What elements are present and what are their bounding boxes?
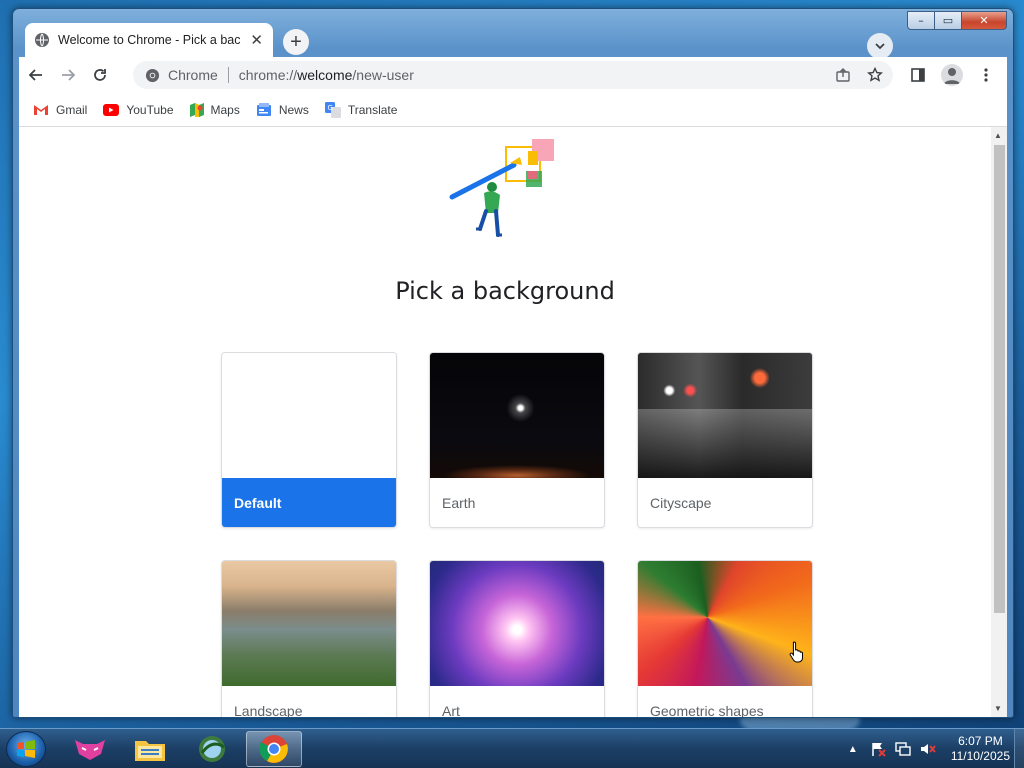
bookmark-label: Maps bbox=[210, 102, 240, 117]
reload-icon bbox=[94, 69, 106, 81]
bookmark-label: News bbox=[278, 102, 309, 117]
background-option-label: Landscape bbox=[234, 703, 303, 717]
url-path: /new-user bbox=[352, 67, 414, 83]
url-scheme: chrome:// bbox=[238, 67, 298, 83]
avatar-icon bbox=[941, 64, 963, 86]
new-tab-button[interactable]: + bbox=[283, 29, 309, 55]
background-option-art[interactable]: Art bbox=[429, 560, 605, 717]
taskbar-file-explorer[interactable] bbox=[122, 731, 178, 767]
show-desktop-button[interactable] bbox=[1014, 729, 1024, 768]
background-option-label: Default bbox=[222, 478, 396, 527]
background-thumbnail bbox=[430, 353, 604, 478]
background-option-landscape[interactable]: Landscape bbox=[221, 560, 397, 717]
background-option-label: Earth bbox=[442, 495, 476, 511]
taskbar: ▲ 6:07 PM 11/10/2025 bbox=[0, 728, 1024, 768]
browser-window: – ▭ ✕ Welcome to Chrome - Pick a bac ✕ +… bbox=[12, 8, 1014, 718]
bookmark-label: YouTube bbox=[126, 102, 174, 117]
maps-icon bbox=[189, 102, 204, 117]
chrome-icon bbox=[259, 735, 288, 763]
bookmark-gmail[interactable]: Gmail bbox=[33, 103, 87, 117]
browser-toolbar: Chrome chrome://welcome/new-user bbox=[19, 57, 1007, 93]
tab-strip: Welcome to Chrome - Pick a bac ✕ + bbox=[19, 23, 1007, 59]
background-thumbnail bbox=[638, 561, 812, 686]
back-button[interactable] bbox=[21, 60, 51, 90]
network-app-icon bbox=[199, 736, 225, 762]
fox-app-icon bbox=[75, 740, 105, 760]
url-host: welcome bbox=[297, 67, 353, 83]
clock-time: 6:07 PM bbox=[958, 734, 1003, 748]
bookmark-maps[interactable]: Maps bbox=[189, 102, 240, 117]
bookmark-label: Translate bbox=[347, 102, 398, 117]
painter-illustration bbox=[449, 139, 554, 237]
page-scrollbar[interactable]: ▲ ▼ bbox=[991, 127, 1007, 717]
youtube-icon bbox=[103, 103, 120, 116]
volume-muted-icon[interactable] bbox=[919, 741, 937, 757]
scroll-up-arrow-icon[interactable]: ▲ bbox=[994, 131, 1002, 140]
toolbar-right bbox=[899, 60, 1001, 90]
share-icon bbox=[836, 68, 850, 82]
forward-button[interactable] bbox=[53, 60, 83, 90]
scroll-thumb[interactable] bbox=[994, 145, 1005, 613]
welcome-page: Pick a background Default Earth Cityscap… bbox=[19, 127, 1007, 717]
address-bar[interactable]: Chrome chrome://welcome/new-user bbox=[133, 61, 893, 89]
reload-button[interactable] bbox=[85, 60, 115, 90]
background-option-geometric-shapes[interactable]: Geometric shapes bbox=[637, 560, 813, 717]
bookmarks-bar: Gmail YouTube Maps News G Translate bbox=[19, 93, 1007, 127]
profile-button[interactable] bbox=[937, 60, 967, 90]
bookmark-label: Gmail bbox=[56, 102, 88, 117]
bookmark-youtube[interactable]: YouTube bbox=[103, 102, 174, 117]
tab-title: Welcome to Chrome - Pick a bac bbox=[58, 33, 241, 47]
show-hidden-icons-icon[interactable]: ▲ bbox=[844, 741, 862, 757]
file-explorer-icon bbox=[135, 741, 165, 761]
taskbar-network-app[interactable] bbox=[184, 731, 240, 767]
background-thumbnail bbox=[638, 353, 812, 478]
action-center-icon[interactable] bbox=[869, 741, 887, 757]
background-option-earth[interactable]: Earth bbox=[429, 352, 605, 528]
chrome-site-icon bbox=[145, 68, 160, 82]
system-tray: ▲ 6:07 PM 11/10/2025 bbox=[837, 729, 1010, 768]
omnibox-actions bbox=[823, 63, 887, 87]
windows-logo-icon bbox=[17, 740, 35, 758]
network-icon[interactable] bbox=[894, 741, 912, 757]
omnibox-divider bbox=[227, 67, 229, 83]
globe-icon bbox=[35, 33, 49, 47]
star-icon bbox=[867, 67, 883, 82]
background-thumbnail bbox=[430, 561, 604, 686]
share-button[interactable] bbox=[831, 63, 855, 87]
taskbar-chrome[interactable] bbox=[246, 731, 302, 767]
background-thumbnail bbox=[222, 353, 396, 478]
start-button[interactable] bbox=[6, 731, 46, 767]
background-option-label: Cityscape bbox=[650, 495, 712, 511]
background-thumbnail bbox=[222, 561, 396, 686]
background-option-label: Geometric shapes bbox=[650, 703, 764, 717]
scroll-down-arrow-icon[interactable]: ▼ bbox=[994, 704, 1002, 713]
background-option-label: Art bbox=[442, 703, 460, 717]
background-option-default[interactable]: Default bbox=[221, 352, 397, 528]
news-icon bbox=[256, 102, 271, 116]
page-title: Pick a background bbox=[395, 277, 615, 305]
translate-icon: G bbox=[324, 101, 341, 118]
more-vertical-icon bbox=[984, 68, 988, 82]
background-option-cityscape[interactable]: Cityscape bbox=[637, 352, 813, 528]
svg-text:G: G bbox=[327, 104, 332, 112]
arrow-right-icon bbox=[62, 69, 76, 81]
taskbar-clock[interactable]: 6:07 PM 11/10/2025 bbox=[951, 734, 1010, 764]
tab-close-icon[interactable]: ✕ bbox=[250, 31, 263, 49]
hand-cursor-icon bbox=[789, 641, 803, 663]
taskbar-fox-app[interactable] bbox=[62, 731, 118, 767]
arrow-left-icon bbox=[28, 69, 42, 81]
tab-welcome[interactable]: Welcome to Chrome - Pick a bac ✕ bbox=[25, 23, 273, 57]
side-panel-icon bbox=[911, 68, 925, 82]
menu-button[interactable] bbox=[971, 60, 1001, 90]
tab-search-button[interactable] bbox=[867, 33, 893, 59]
gmail-icon bbox=[34, 104, 48, 115]
side-panel-button[interactable] bbox=[903, 60, 933, 90]
site-label: Chrome bbox=[168, 67, 218, 83]
clock-date: 11/10/2025 bbox=[950, 749, 1010, 763]
bookmark-news[interactable]: News bbox=[256, 102, 309, 117]
chevron-down-icon bbox=[875, 43, 885, 50]
bookmark-star-button[interactable] bbox=[863, 63, 887, 87]
bookmark-translate[interactable]: G Translate bbox=[324, 101, 398, 118]
